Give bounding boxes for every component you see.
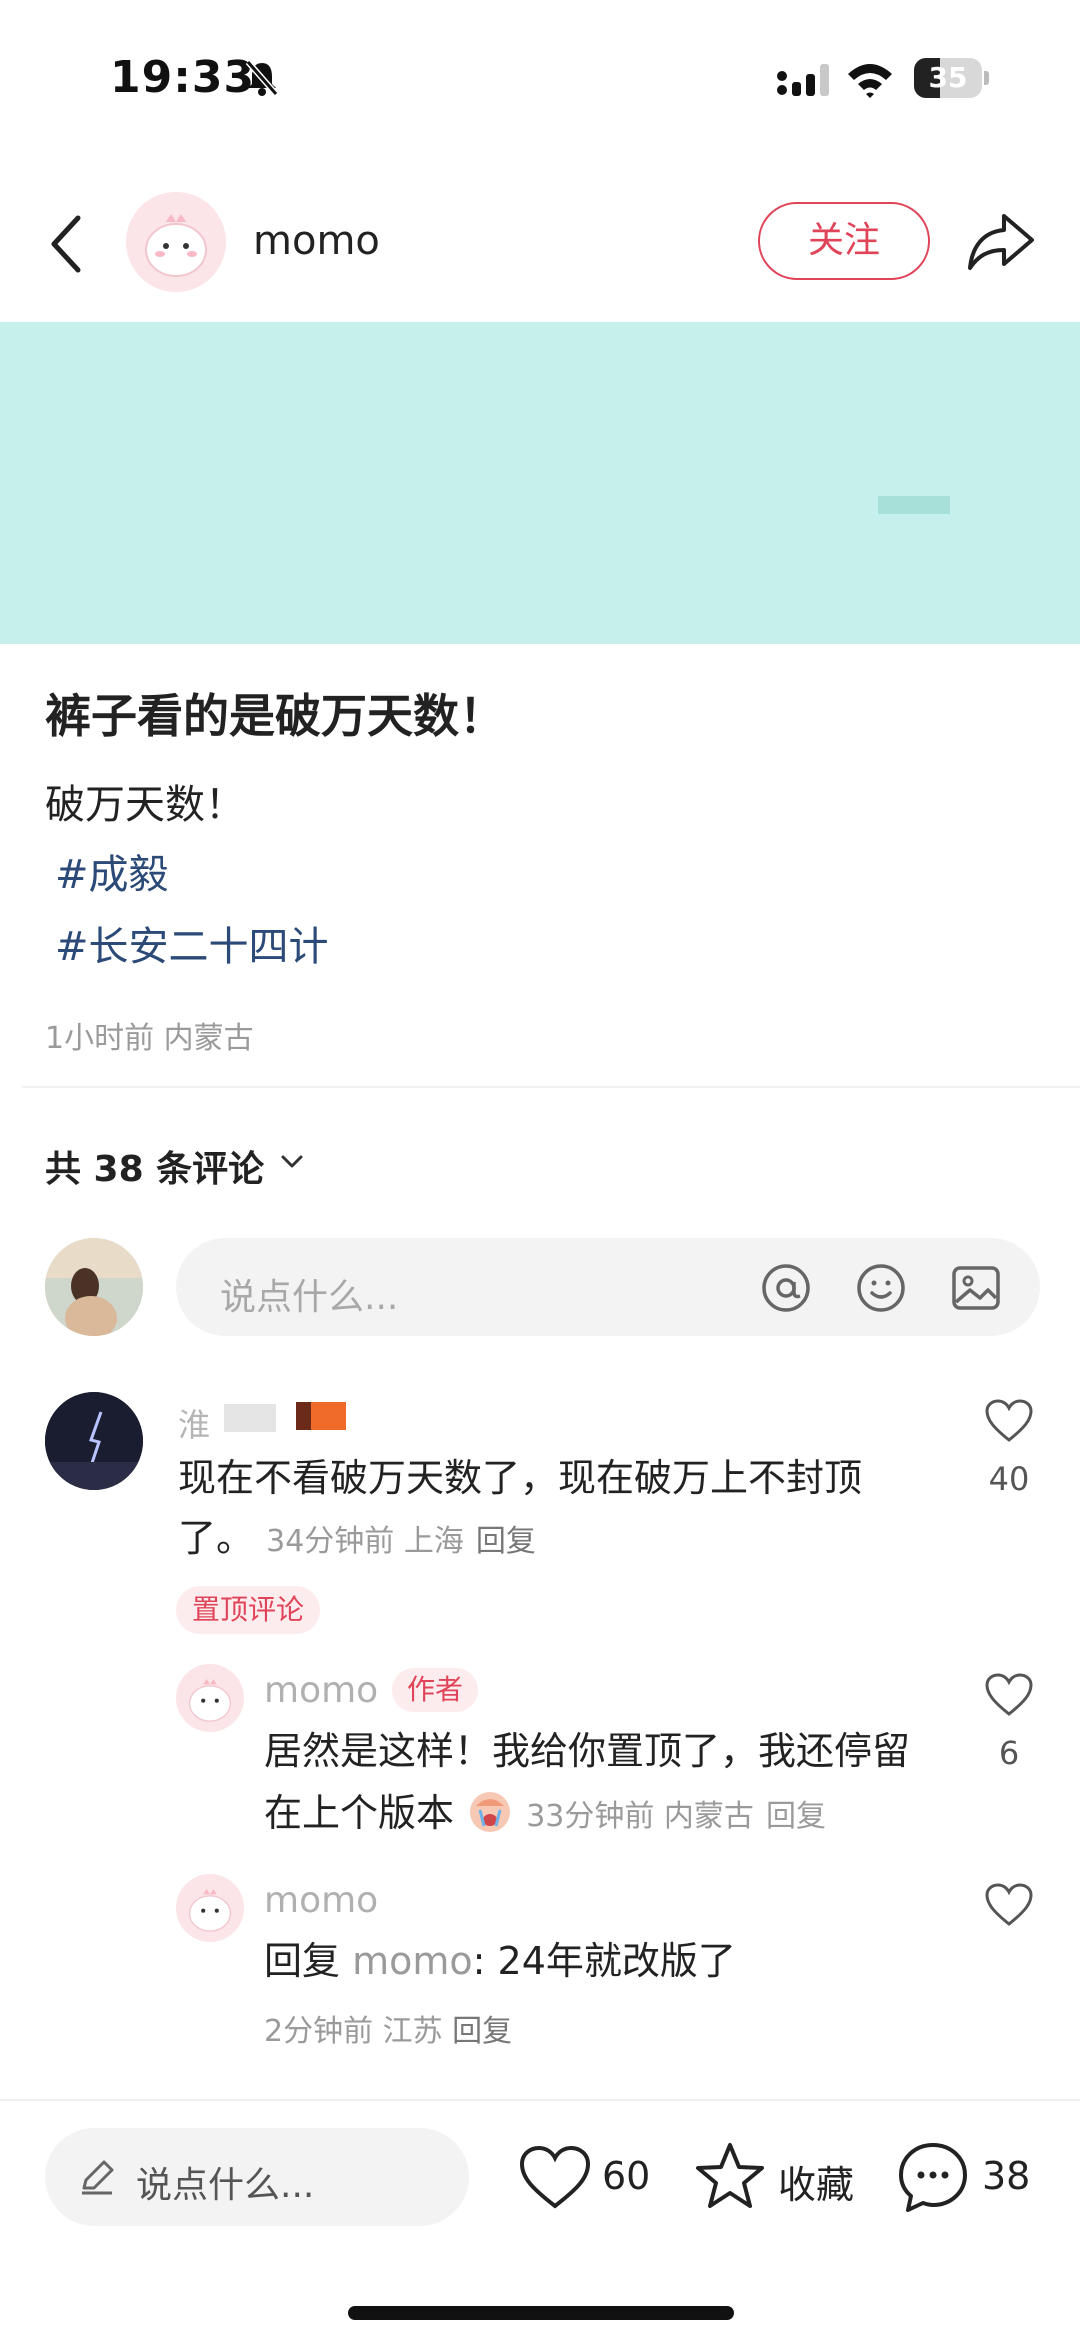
reply-author-name[interactable]: momo — [264, 1670, 378, 1711]
dino-avatar-icon — [176, 1664, 244, 1732]
reply-avatar[interactable] — [176, 1664, 244, 1732]
share-icon[interactable] — [966, 210, 1036, 274]
author-avatar[interactable] — [126, 192, 226, 292]
bell-muted-icon — [245, 60, 279, 96]
reply-avatar[interactable] — [176, 1874, 244, 1942]
hashtag-link[interactable]: #成毅 — [55, 842, 169, 900]
commenter-name[interactable]: 淮 — [178, 1400, 210, 1446]
dino-avatar-icon — [126, 192, 226, 292]
pinned-badge: 置顶评论 — [176, 1586, 320, 1634]
battery-level: 35 — [928, 61, 968, 94]
like-count: 40 — [988, 1460, 1030, 1498]
star-icon[interactable] — [694, 2140, 766, 2212]
post-meta: 1小时前 内蒙古 — [45, 1021, 254, 1056]
reply-meta-line: 2分钟前 江苏 回复 — [264, 2006, 512, 2050]
post-title: 裤子看的是破万天数！ — [45, 689, 505, 743]
home-indicator[interactable] — [348, 2306, 734, 2320]
pencil-icon — [82, 2160, 114, 2195]
hashtag-link[interactable]: #长安二十四计 — [55, 914, 329, 972]
dino-avatar-icon — [176, 1874, 244, 1942]
reply-link[interactable]: 回复 — [766, 1799, 826, 1834]
reply-author-name[interactable]: momo — [264, 1880, 378, 1921]
comment-count[interactable]: 共 38 条评论 — [45, 1140, 264, 1192]
collect-label[interactable]: 收藏 — [778, 2154, 854, 2209]
commenter-avatar[interactable] — [45, 1392, 143, 1490]
reply-target-name[interactable]: momo — [352, 1939, 473, 1983]
cellular-signal-icon — [777, 64, 829, 96]
mention-icon[interactable] — [760, 1262, 812, 1314]
heart-icon[interactable] — [984, 1882, 1034, 1928]
like-count: 6 — [998, 1734, 1020, 1772]
comment-total[interactable]: 38 — [982, 2154, 1030, 2198]
heart-icon[interactable] — [984, 1672, 1034, 1718]
reply-prefix: 回复 — [264, 1939, 341, 1983]
heart-icon[interactable] — [984, 1398, 1034, 1444]
battery-indicator: 35 — [914, 58, 990, 100]
author-name[interactable]: momo — [253, 218, 380, 264]
back-arrow-icon[interactable] — [46, 212, 86, 276]
reply-meta: 2分钟前 江苏 — [264, 2014, 443, 2049]
chevron-down-icon[interactable] — [280, 1152, 304, 1172]
like-heart-icon[interactable] — [518, 2144, 592, 2212]
chat-bubble-icon[interactable] — [896, 2140, 970, 2214]
follow-button[interactable]: 关注 — [758, 202, 930, 280]
post-image-mark — [878, 496, 950, 514]
reply-meta: 33分钟前 内蒙古 — [526, 1799, 754, 1834]
reply-link[interactable]: 回复 — [452, 2014, 512, 2049]
wifi-icon — [848, 64, 892, 98]
status-time: 19:33 — [110, 52, 256, 103]
post-image[interactable] — [0, 322, 1080, 644]
reply-text-end: 在上个版本 — [264, 1791, 455, 1835]
like-count[interactable]: 60 — [602, 2154, 650, 2198]
comment-input-placeholder[interactable]: 说点什么... — [220, 1268, 398, 1320]
emoji-icon[interactable] — [855, 1262, 907, 1314]
reply-body: : 24年就改版了 — [472, 1939, 736, 1983]
author-badge: 作者 — [392, 1668, 478, 1712]
divider — [22, 1086, 1080, 1088]
image-picker-icon[interactable] — [950, 1262, 1002, 1314]
lightning-photo-icon — [45, 1392, 143, 1490]
comment-text[interactable]: 现在不看破万天数了，现在破万上不封顶了。 34分钟前 上海 回复 — [178, 1448, 898, 1572]
my-avatar — [45, 1238, 143, 1336]
redacted-name-block — [224, 1404, 276, 1432]
redacted-name-block — [296, 1402, 346, 1430]
post-body: 破万天数！ — [45, 782, 245, 828]
comment-meta: 34分钟前 上海 — [266, 1524, 464, 1559]
divider — [0, 2099, 1080, 2101]
reply-text-line[interactable]: 回复 momo: 24年就改版了 — [264, 1930, 736, 1992]
reply-text-line[interactable]: 在上个版本 33分钟前 内蒙古 回复 — [264, 1782, 826, 1848]
bottom-input-placeholder[interactable]: 说点什么... — [136, 2156, 314, 2208]
crying-emoji-icon — [470, 1792, 511, 1832]
reply-text-line[interactable]: 居然是这样！我给你置顶了，我还停留 — [264, 1720, 910, 1782]
reply-link[interactable]: 回复 — [476, 1524, 536, 1559]
user-photo-icon — [45, 1238, 143, 1336]
